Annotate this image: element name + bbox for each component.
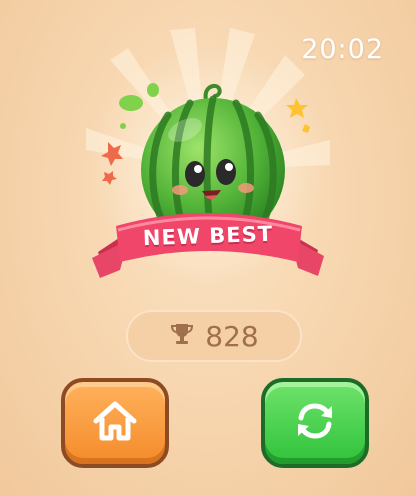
restart-icon bbox=[290, 398, 340, 448]
trophy-icon bbox=[169, 321, 195, 351]
best-score-value: 828 bbox=[205, 319, 259, 353]
new-best-illustration: NEW BEST bbox=[0, 0, 416, 300]
home-button[interactable] bbox=[61, 378, 169, 468]
best-score-display: 828 bbox=[126, 310, 302, 362]
restart-button[interactable] bbox=[261, 378, 369, 468]
home-icon bbox=[90, 398, 140, 448]
